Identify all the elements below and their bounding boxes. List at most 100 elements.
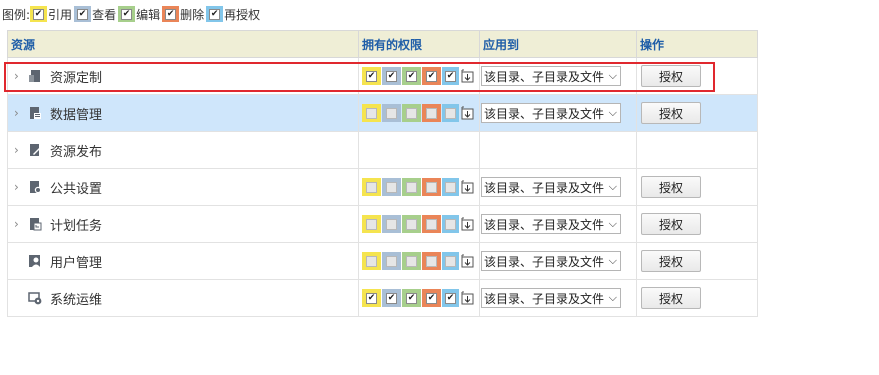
- regrant-checkbox[interactable]: [445, 255, 456, 267]
- edit-checkbox[interactable]: [406, 107, 417, 119]
- grant-button[interactable]: 授权: [641, 176, 701, 198]
- inherit-icon[interactable]: [461, 291, 474, 305]
- action-cell: 授权: [636, 94, 758, 132]
- grant-button[interactable]: 授权: [641, 287, 701, 309]
- permission-checkboxes: [359, 215, 479, 233]
- delete-checkbox[interactable]: [426, 218, 437, 230]
- grant-button[interactable]: 授权: [641, 213, 701, 235]
- table-row[interactable]: 系统运维 ✔ ✔ ✔ ✔ ✔ 该目录、子目录及文件 ⌵ 授权: [7, 279, 758, 317]
- table-row[interactable]: › 资源发布: [7, 131, 758, 169]
- legend-item-label: 查看: [92, 7, 117, 22]
- grant-button[interactable]: 授权: [641, 102, 701, 124]
- permission-legend: 图例: ✔ 引用 ✔ 查看 ✔ 编辑 ✔ 删除 ✔ 再授权: [2, 4, 262, 24]
- view-checkbox[interactable]: ✔: [386, 292, 397, 304]
- quote-checkbox[interactable]: [366, 255, 377, 267]
- quote-checkbox[interactable]: [366, 181, 377, 193]
- permissions-cell: [358, 205, 480, 243]
- action-cell: 授权: [636, 242, 758, 280]
- table-row[interactable]: 用户管理 该目录、子目录及文件 ⌵ 授权: [7, 242, 758, 280]
- permission-checkboxes: ✔ ✔ ✔ ✔ ✔: [359, 289, 479, 307]
- table-row[interactable]: › 计划任务 该目录、子目录及文件 ⌵ 授权: [7, 205, 758, 243]
- permissions-cell: ✔ ✔ ✔ ✔ ✔: [358, 279, 480, 317]
- table-row[interactable]: › 公共设置 该目录、子目录及文件 ⌵ 授权: [7, 168, 758, 206]
- legend-item-edit: ✔ 编辑: [118, 6, 160, 23]
- regrant-checkbox[interactable]: [445, 218, 456, 230]
- apply-to-select[interactable]: 该目录、子目录及文件 ⌵: [481, 103, 621, 123]
- view-checkbox[interactable]: ✔: [386, 70, 397, 82]
- expand-chevron-icon[interactable]: ›: [14, 106, 24, 120]
- regrant-checkbox[interactable]: ✔: [445, 70, 456, 82]
- grant-button[interactable]: 授权: [641, 250, 701, 272]
- quote-checkbox[interactable]: ✔: [366, 292, 377, 304]
- chevron-down-icon: ⌵: [608, 106, 617, 119]
- apply-to-select[interactable]: 该目录、子目录及文件 ⌵: [481, 251, 621, 271]
- edit-checkbox[interactable]: [406, 255, 417, 267]
- delete-checkbox[interactable]: [426, 107, 437, 119]
- delete-permission: [422, 104, 441, 122]
- resource-name[interactable]: 计划任务: [50, 215, 102, 234]
- view-permission: [382, 215, 401, 233]
- header-apply-to: 应用到: [479, 30, 637, 58]
- view-checkbox[interactable]: [386, 107, 397, 119]
- legend-item-label: 再授权: [224, 7, 261, 22]
- permissions-cell: [358, 94, 480, 132]
- regrant-permission: [442, 104, 459, 122]
- resource-name[interactable]: 资源定制: [50, 67, 102, 86]
- header-action: 操作: [636, 30, 758, 58]
- resource-name[interactable]: 数据管理: [50, 104, 102, 123]
- resource-name[interactable]: 公共设置: [50, 178, 102, 197]
- resource-name[interactable]: 用户管理: [50, 252, 102, 271]
- view-checkbox[interactable]: [386, 218, 397, 230]
- expand-chevron-icon[interactable]: ›: [14, 69, 24, 83]
- view-permission: ✔: [382, 289, 401, 307]
- inherit-icon[interactable]: [461, 217, 474, 231]
- resource-name[interactable]: 系统运维: [50, 289, 102, 308]
- view-checkbox[interactable]: [386, 181, 397, 193]
- grant-button[interactable]: 授权: [641, 65, 701, 87]
- table-row[interactable]: › 数据管理 该目录、子目录及文件 ⌵ 授权: [7, 94, 758, 132]
- apply-to-select[interactable]: 该目录、子目录及文件 ⌵: [481, 177, 621, 197]
- expand-chevron-icon[interactable]: ›: [14, 143, 24, 157]
- delete-checkbox[interactable]: ✔: [426, 292, 437, 304]
- apply-to-select[interactable]: 该目录、子目录及文件 ⌵: [481, 288, 621, 308]
- action-cell: 授权: [636, 57, 758, 95]
- delete-checkbox[interactable]: [426, 181, 437, 193]
- permissions-cell: [358, 242, 480, 280]
- apply-to-cell: 该目录、子目录及文件 ⌵: [479, 57, 637, 95]
- edit-checkbox[interactable]: [406, 218, 417, 230]
- regrant-checkbox[interactable]: ✔: [445, 292, 456, 304]
- edit-checkbox[interactable]: ✔: [406, 292, 417, 304]
- delete-checkbox[interactable]: ✔: [426, 70, 437, 82]
- delete-permission: [422, 252, 441, 270]
- expand-chevron-icon[interactable]: ›: [14, 217, 24, 231]
- inherit-icon[interactable]: [461, 180, 474, 194]
- delete-checkbox[interactable]: [426, 255, 437, 267]
- quote-checkbox[interactable]: ✔: [366, 70, 377, 82]
- inherit-icon[interactable]: [461, 106, 474, 120]
- quote-permission: ✔: [362, 289, 381, 307]
- resource-cell: › 数据管理: [7, 94, 359, 132]
- regrant-checkbox[interactable]: [445, 107, 456, 119]
- legend-item-view: ✔ 查看: [74, 6, 116, 23]
- view-permission: [382, 252, 401, 270]
- view-permission: [382, 104, 401, 122]
- resource-name[interactable]: 资源发布: [50, 141, 102, 160]
- quote-checkbox[interactable]: [366, 107, 377, 119]
- quote-checkbox[interactable]: [366, 218, 377, 230]
- apply-to-select[interactable]: 该目录、子目录及文件 ⌵: [481, 214, 621, 234]
- regrant-checkbox[interactable]: [445, 181, 456, 193]
- inherit-icon[interactable]: [461, 254, 474, 268]
- apply-to-select[interactable]: 该目录、子目录及文件 ⌵: [481, 66, 621, 86]
- table-header-row: 资源 拥有的权限 应用到 操作: [7, 30, 758, 58]
- edit-checkbox[interactable]: ✔: [406, 70, 417, 82]
- legend-item-label: 编辑: [136, 7, 161, 22]
- edit-checkbox[interactable]: [406, 181, 417, 193]
- view-permission: [382, 178, 401, 196]
- table-row[interactable]: › 资源定制 ✔ ✔ ✔ ✔ ✔ 该目录、子目录及文件 ⌵ 授权: [7, 57, 758, 95]
- data-management-icon: [28, 106, 42, 120]
- inherit-icon[interactable]: [461, 69, 474, 83]
- legend-item-label: 引用: [48, 7, 73, 22]
- quote-permission: [362, 252, 381, 270]
- expand-chevron-icon[interactable]: ›: [14, 180, 24, 194]
- view-checkbox[interactable]: [386, 255, 397, 267]
